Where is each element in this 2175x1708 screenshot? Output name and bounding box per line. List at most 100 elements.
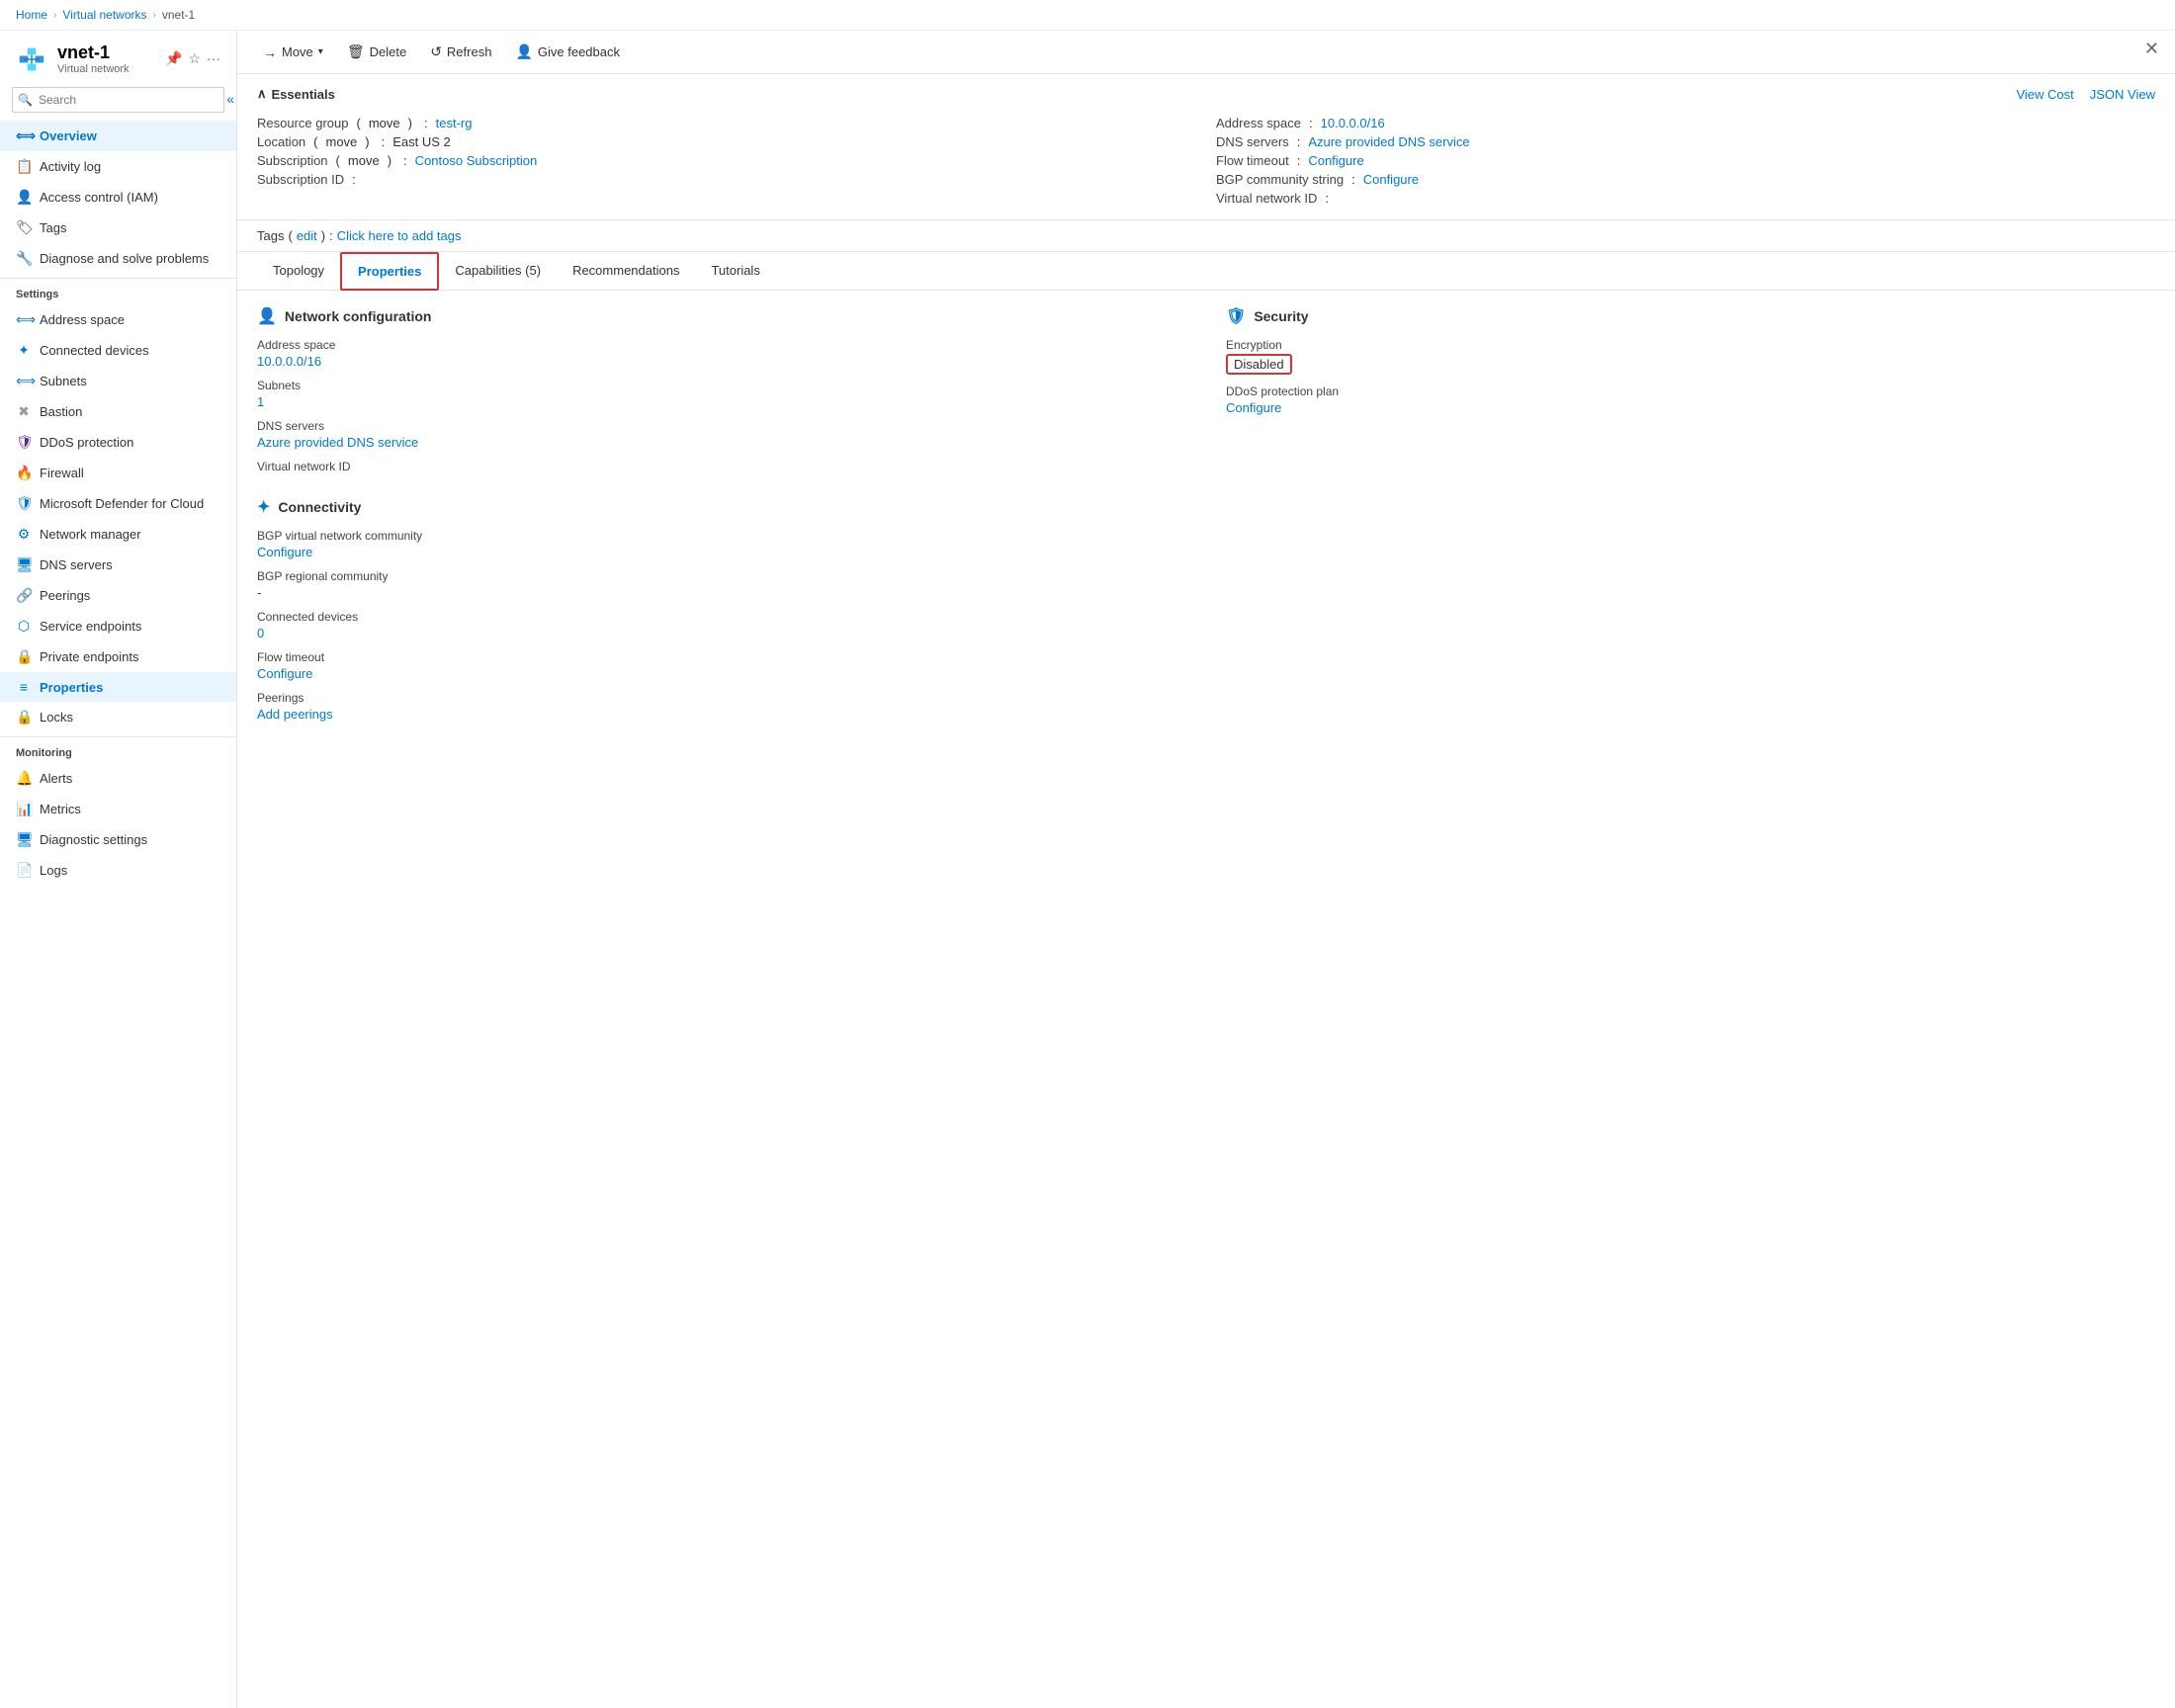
sidebar-item-activity-log[interactable]: 📋 Activity log	[0, 151, 236, 182]
sidebar-label-activity-log: Activity log	[40, 159, 101, 174]
refresh-button[interactable]: ↺ Refresh	[420, 39, 501, 65]
sidebar-item-subnets[interactable]: ⟺ Subnets	[0, 366, 236, 396]
tab-recommendations[interactable]: Recommendations	[557, 253, 695, 290]
sidebar-label-address-space: Address space	[40, 312, 125, 327]
connected-devices-prop-row: Connected devices 0	[257, 610, 1186, 640]
sidebar-label-logs: Logs	[40, 863, 67, 878]
delete-button[interactable]: 🗑 Delete	[337, 39, 416, 65]
sidebar-label-tags: Tags	[40, 220, 66, 235]
sidebar-label-diagnostic-settings: Diagnostic settings	[40, 832, 147, 847]
private-endpoints-icon: 🔒	[16, 648, 32, 665]
tab-capabilities[interactable]: Capabilities (5)	[439, 253, 557, 290]
tags-edit-link[interactable]: edit	[297, 228, 317, 243]
search-input[interactable]	[12, 87, 224, 113]
sidebar-item-address-space[interactable]: ⟺ Address space	[0, 304, 236, 335]
bgp-regional-value: -	[257, 585, 1186, 600]
sidebar-item-metrics[interactable]: 📊 Metrics	[0, 794, 236, 824]
move-button[interactable]: → Move ▾	[253, 40, 333, 65]
essentials-toggle[interactable]: ∧ Essentials	[257, 86, 335, 102]
sidebar-label-ddos: DDoS protection	[40, 435, 133, 450]
peerings-icon: 🔗	[16, 587, 32, 604]
sidebar-item-network-manager[interactable]: ⚙ Network manager	[0, 519, 236, 550]
dns-servers-icon: 🖥	[16, 556, 32, 573]
peerings-prop-value[interactable]: Add peerings	[257, 707, 333, 722]
nc-subnets-value[interactable]: 1	[257, 394, 264, 409]
nc-address-space-value[interactable]: 10.0.0.0/16	[257, 354, 321, 369]
feedback-button[interactable]: 👤 Give feedback	[505, 39, 630, 65]
more-icon[interactable]: ···	[207, 50, 220, 67]
sidebar-label-access-control: Access control (IAM)	[40, 190, 158, 205]
sidebar-item-connected-devices[interactable]: ✦ Connected devices	[0, 335, 236, 366]
resource-group-value[interactable]: test-rg	[436, 116, 473, 130]
breadcrumb-home[interactable]: Home	[16, 8, 47, 22]
sidebar-item-diagnostic-settings[interactable]: 🖥 Diagnostic settings	[0, 824, 236, 855]
bgp-community-prop-value[interactable]: Configure	[257, 545, 312, 559]
resource-group-move-link[interactable]: move	[369, 116, 400, 130]
sidebar-item-bastion[interactable]: ✖ Bastion	[0, 396, 236, 427]
sidebar-item-access-control[interactable]: 👤 Access control (IAM)	[0, 182, 236, 213]
connectivity-section: ✦ Connectivity BGP virtual network commu…	[257, 497, 1186, 722]
subscription-move-link[interactable]: move	[348, 153, 380, 168]
breadcrumb-virtual-networks[interactable]: Virtual networks	[62, 8, 146, 22]
sidebar-item-logs[interactable]: 📄 Logs	[0, 855, 236, 886]
address-space-row: Address space : 10.0.0.0/16	[1216, 114, 2155, 132]
dns-servers-row: DNS servers : Azure provided DNS service	[1216, 132, 2155, 151]
sidebar-item-overview[interactable]: ⟺ Overview	[0, 121, 236, 151]
essentials-section: ∧ Essentials View Cost JSON View Resourc…	[237, 74, 2175, 220]
virtual-network-id-row: Virtual network ID :	[1216, 189, 2155, 208]
tabs-bar: Topology Properties Capabilities (5) Rec…	[237, 252, 2175, 291]
subscription-value[interactable]: Contoso Subscription	[415, 153, 538, 168]
security-icon: 🛡	[1226, 306, 1246, 326]
tab-topology[interactable]: Topology	[257, 253, 340, 290]
nc-address-space-row: Address space 10.0.0.0/16	[257, 338, 1186, 369]
connected-devices-icon: ✦	[16, 342, 32, 359]
pin-icon[interactable]: 📌	[165, 50, 182, 67]
flow-timeout-value[interactable]: Configure	[1308, 153, 1363, 168]
sidebar-item-locks[interactable]: 🔒 Locks	[0, 702, 236, 732]
security-section: 🛡 Security Encryption Disabled DDoS prot…	[1226, 306, 2155, 415]
flow-timeout-prop-row: Flow timeout Configure	[257, 650, 1186, 681]
tags-add-link[interactable]: Click here to add tags	[337, 228, 462, 243]
access-control-icon: 👤	[16, 189, 32, 206]
sidebar-item-dns-servers[interactable]: 🖥 DNS servers	[0, 550, 236, 580]
essentials-chevron-icon: ∧	[257, 86, 267, 102]
network-config-header: Network configuration	[285, 308, 432, 324]
ddos-plan-row: DDoS protection plan Configure	[1226, 384, 2155, 415]
flow-timeout-prop-value[interactable]: Configure	[257, 666, 312, 681]
sidebar-item-alerts[interactable]: 🔔 Alerts	[0, 763, 236, 794]
flow-timeout-row: Flow timeout : Configure	[1216, 151, 2155, 170]
location-move-link[interactable]: move	[326, 134, 358, 149]
sidebar-item-diagnose[interactable]: 🔧 Diagnose and solve problems	[0, 243, 236, 274]
json-view-link[interactable]: JSON View	[2090, 87, 2155, 102]
sidebar-item-tags[interactable]: 🏷 Tags	[0, 213, 236, 243]
tab-properties[interactable]: Properties	[340, 252, 439, 291]
activity-log-icon: 📋	[16, 158, 32, 175]
diagnose-icon: 🔧	[16, 250, 32, 267]
ddos-plan-value[interactable]: Configure	[1226, 400, 1281, 415]
connected-devices-prop-value[interactable]: 0	[257, 626, 264, 640]
sidebar-item-defender[interactable]: 🛡 Microsoft Defender for Cloud	[0, 488, 236, 519]
nc-dns-servers-value[interactable]: Azure provided DNS service	[257, 435, 418, 450]
sidebar-collapse-button[interactable]: «	[226, 91, 234, 107]
view-cost-link[interactable]: View Cost	[2016, 87, 2073, 102]
tab-tutorials[interactable]: Tutorials	[695, 253, 775, 290]
sidebar-search-icon: 🔍	[18, 93, 33, 107]
sidebar-item-peerings[interactable]: 🔗 Peerings	[0, 580, 236, 611]
sidebar-item-private-endpoints[interactable]: 🔒 Private endpoints	[0, 641, 236, 672]
dns-servers-value[interactable]: Azure provided DNS service	[1308, 134, 1469, 149]
sidebar-item-properties[interactable]: ≡ Properties	[0, 672, 236, 702]
sidebar-item-firewall[interactable]: 🔥 Firewall	[0, 458, 236, 488]
address-space-value[interactable]: 10.0.0.0/16	[1321, 116, 1385, 130]
tags-label: Tags	[257, 228, 284, 243]
refresh-icon: ↺	[430, 43, 442, 60]
move-icon: →	[263, 44, 277, 60]
defender-icon: 🛡	[16, 495, 32, 512]
close-button[interactable]: ✕	[2144, 39, 2159, 59]
sidebar-item-service-endpoints[interactable]: ⬡ Service endpoints	[0, 611, 236, 641]
sidebar-label-defender: Microsoft Defender for Cloud	[40, 496, 204, 511]
tags-icon: 🏷	[16, 219, 32, 236]
sidebar-item-ddos[interactable]: 🛡 DDoS protection	[0, 427, 236, 458]
favorite-icon[interactable]: ☆	[188, 50, 201, 67]
sidebar-label-properties: Properties	[40, 680, 103, 695]
bgp-community-value[interactable]: Configure	[1363, 172, 1419, 187]
